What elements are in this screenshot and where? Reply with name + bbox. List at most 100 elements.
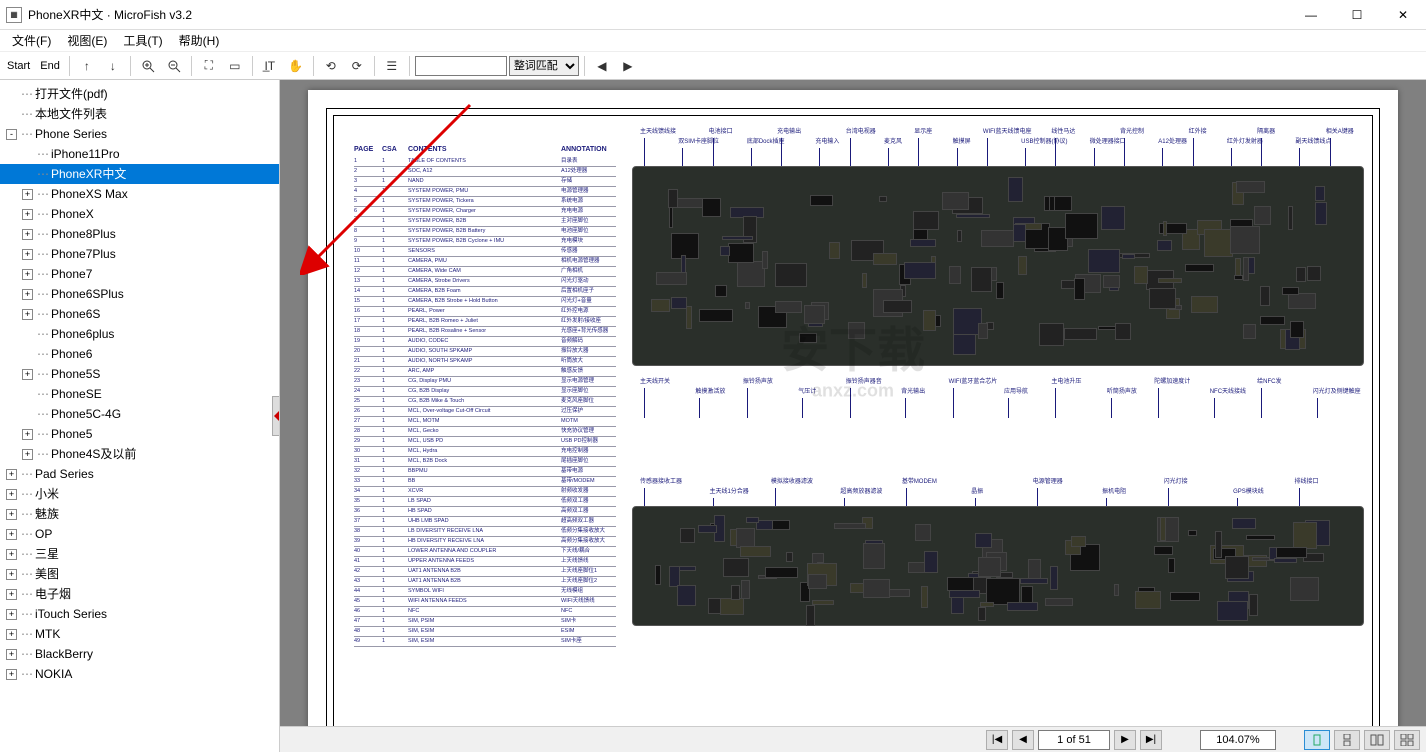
last-page-button[interactable]: ▶| [1140, 730, 1162, 750]
page-indicator[interactable] [1038, 730, 1110, 750]
hand-tool-icon[interactable]: ✋ [284, 55, 308, 77]
toolbar-end[interactable]: End [36, 60, 64, 72]
expand-icon[interactable]: + [22, 269, 33, 280]
expand-icon[interactable]: + [22, 209, 33, 220]
expand-icon[interactable]: + [22, 289, 33, 300]
toc-row: 431UAT1 ANTENNA B2B上天线座脚位2 [354, 577, 616, 587]
tree-item[interactable]: +⋯魅族 [0, 504, 279, 524]
maximize-button[interactable]: ☐ [1334, 0, 1380, 30]
expand-icon[interactable]: + [22, 429, 33, 440]
rotate-left-icon[interactable]: ⟲ [319, 55, 343, 77]
tree-item[interactable]: ⋯Phone6plus [0, 324, 279, 344]
tree-item[interactable]: ⋯本地文件列表 [0, 104, 279, 124]
tree-item[interactable]: +⋯Phone5 [0, 424, 279, 444]
tree-item[interactable]: +⋯Phone8Plus [0, 224, 279, 244]
expand-icon[interactable]: + [22, 369, 33, 380]
menu-help[interactable]: 帮助(H) [171, 30, 228, 51]
expand-icon[interactable]: + [6, 469, 17, 480]
viewer-scroll[interactable]: 安下载 anxz.com PAGE CSA CONTENTS ANNOTATIO… [280, 80, 1426, 726]
tree-item[interactable]: ⋯Phone5C-4G [0, 404, 279, 424]
zoom-in-icon[interactable] [136, 55, 160, 77]
expand-icon[interactable]: + [6, 609, 17, 620]
expand-icon[interactable]: + [6, 649, 17, 660]
tree-item[interactable]: +⋯NOKIA [0, 664, 279, 684]
zoom-level[interactable] [1200, 730, 1276, 750]
tree-item[interactable]: +⋯Phone6SPlus [0, 284, 279, 304]
toc-row: 201AUDIO, SOUTH SPKAMP振铃放大器 [354, 347, 616, 357]
match-mode-select[interactable]: 整词匹配 [509, 56, 579, 76]
tree-item[interactable]: +⋯Pad Series [0, 464, 279, 484]
arrow-up-icon[interactable]: ↑ [75, 55, 99, 77]
tree-item[interactable]: +⋯PhoneXS Max [0, 184, 279, 204]
menu-tools[interactable]: 工具(T) [115, 30, 170, 51]
expand-icon[interactable]: + [6, 529, 17, 540]
tree-item-label: Phone7 [51, 264, 92, 284]
expand-icon[interactable]: + [22, 229, 33, 240]
zoom-out-icon[interactable] [162, 55, 186, 77]
next-page-button[interactable]: ▶ [1114, 730, 1136, 750]
tree-item[interactable]: -⋯Phone Series [0, 124, 279, 144]
tree-item[interactable]: ⋯Phone6 [0, 344, 279, 364]
expand-icon[interactable]: + [6, 509, 17, 520]
board-label: WIFI蓝天线馈电座 [983, 126, 1032, 135]
tree-item[interactable]: +⋯iTouch Series [0, 604, 279, 624]
sidebar-tree[interactable]: ⋯打开文件(pdf)⋯本地文件列表-⋯Phone Series⋯iPhone11… [0, 80, 280, 752]
tree-item[interactable]: +⋯Phone7 [0, 264, 279, 284]
tree-item[interactable]: ⋯PhoneXR中文 [0, 164, 279, 184]
search-input[interactable] [415, 56, 507, 76]
expand-icon[interactable]: + [22, 189, 33, 200]
tree-item[interactable]: +⋯三星 [0, 544, 279, 564]
two-page-view-button[interactable] [1364, 730, 1390, 750]
expand-icon[interactable]: + [6, 549, 17, 560]
menu-file[interactable]: 文件(F) [4, 30, 59, 51]
tree-item[interactable]: +⋯Phone7Plus [0, 244, 279, 264]
menu-view[interactable]: 视图(E) [59, 30, 115, 51]
tree-item[interactable]: ⋯打开文件(pdf) [0, 84, 279, 104]
tree-item[interactable]: +⋯小米 [0, 484, 279, 504]
toc-row: 311MCL, B2B Dock尾插座脚位 [354, 457, 616, 467]
tree-item[interactable]: +⋯MTK [0, 624, 279, 644]
expand-icon[interactable]: + [6, 569, 17, 580]
tree-item[interactable]: ⋯iPhone11Pro [0, 144, 279, 164]
toc-row: 291MCL, USB PDUSB PD控制器 [354, 437, 616, 447]
rotate-right-icon[interactable]: ⟳ [345, 55, 369, 77]
tree-item[interactable]: +⋯BlackBerry [0, 644, 279, 664]
fit-width-icon[interactable]: ▭ [223, 55, 247, 77]
tree-item[interactable]: ⋯PhoneSE [0, 384, 279, 404]
toc-row: 401LOWER ANTENNA AND COUPLER下天线/耦合 [354, 547, 616, 557]
tree-item[interactable]: +⋯OP [0, 524, 279, 544]
minimize-button[interactable]: — [1288, 0, 1334, 30]
find-prev-icon[interactable]: ◀ [590, 55, 614, 77]
expand-icon[interactable]: + [22, 309, 33, 320]
splitter-handle[interactable] [272, 396, 280, 436]
expand-icon[interactable]: + [22, 249, 33, 260]
prev-page-button[interactable]: ◀ [1012, 730, 1034, 750]
arrow-down-icon[interactable]: ↓ [101, 55, 125, 77]
expand-icon[interactable]: + [22, 449, 33, 460]
two-page-continuous-button[interactable] [1394, 730, 1420, 750]
tree-item[interactable]: +⋯美图 [0, 564, 279, 584]
toolbar-start[interactable]: Start [3, 60, 34, 72]
expand-icon[interactable]: + [6, 589, 17, 600]
tree-item-label: 电子烟 [35, 584, 71, 604]
tree-item[interactable]: +⋯Phone5S [0, 364, 279, 384]
first-page-button[interactable]: |◀ [986, 730, 1008, 750]
list-icon[interactable]: ☰ [380, 55, 404, 77]
toc-row: 461NFCNFC [354, 607, 616, 617]
find-next-icon[interactable]: ▶ [616, 55, 640, 77]
continuous-view-button[interactable] [1334, 730, 1360, 750]
expand-icon[interactable]: + [6, 629, 17, 640]
fit-page-icon[interactable]: ⛶ [197, 55, 221, 77]
collapse-icon[interactable]: - [6, 129, 17, 140]
text-select-icon[interactable]: I̲T [258, 55, 282, 77]
tree-item[interactable]: +⋯电子烟 [0, 584, 279, 604]
expand-icon[interactable]: + [6, 489, 17, 500]
close-button[interactable]: ✕ [1380, 0, 1426, 30]
tree-item[interactable]: +⋯Phone6S [0, 304, 279, 324]
tree-item[interactable]: +⋯PhoneX [0, 204, 279, 224]
single-page-view-button[interactable] [1304, 730, 1330, 750]
tree-item[interactable]: +⋯Phone4S及以前 [0, 444, 279, 464]
board-label: 充电输出 [777, 126, 801, 135]
expand-icon[interactable]: + [6, 669, 17, 680]
board-diagram-area: 主天线馈线接双SIM卡座脚位电池接口底部Dock插座充电输出充电输入台湾电视器麦… [624, 116, 1372, 726]
